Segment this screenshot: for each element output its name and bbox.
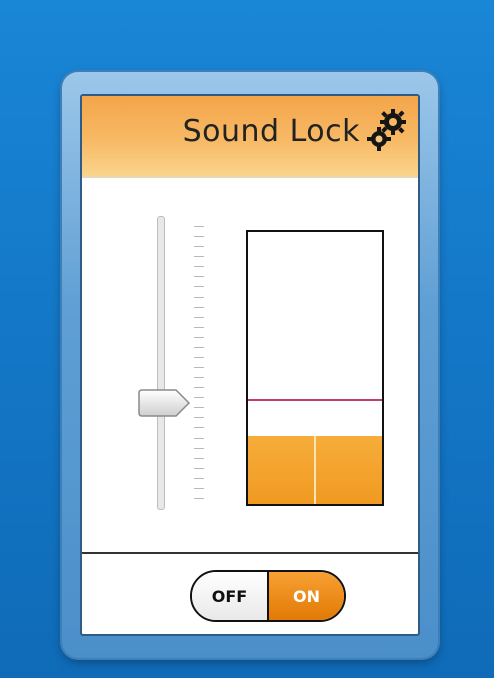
- slider-tick: [194, 417, 204, 419]
- gadget-panel: Sound Lock OFF ON: [80, 94, 420, 636]
- slider-tick: [194, 397, 204, 399]
- slider-tick: [194, 276, 204, 278]
- gadget-window: Sound Lock OFF ON: [62, 72, 438, 658]
- on-off-toggle[interactable]: OFF ON: [190, 570, 346, 622]
- volume-level-meter: [246, 230, 384, 506]
- channel-divider: [314, 436, 316, 504]
- toggle-off-label[interactable]: OFF: [192, 572, 267, 620]
- current-volume-fill: [248, 436, 382, 504]
- slider-tick: [194, 367, 204, 369]
- slider-tick: [194, 437, 204, 439]
- slider-tick: [194, 266, 204, 268]
- toggle-on-label[interactable]: ON: [267, 572, 344, 620]
- slider-tick: [194, 377, 204, 379]
- volume-slider-ticks: [194, 226, 208, 499]
- slider-tick: [194, 306, 204, 308]
- slider-tick: [194, 296, 204, 298]
- header-bar: Sound Lock: [82, 96, 418, 178]
- slider-tick: [194, 326, 204, 328]
- slider-tick: [194, 477, 204, 479]
- slider-tick: [194, 316, 204, 318]
- volume-lock-line[interactable]: [248, 398, 382, 401]
- app-title: Sound Lock: [182, 114, 360, 149]
- slider-tick: [194, 387, 204, 389]
- slider-tick: [194, 356, 204, 358]
- slider-tick: [194, 498, 204, 499]
- footer-divider: [82, 552, 418, 554]
- slider-tick: [194, 246, 204, 248]
- slider-tick: [194, 286, 204, 288]
- volume-slider-track[interactable]: [157, 216, 165, 510]
- slider-tick: [194, 236, 204, 238]
- slider-tick: [194, 467, 204, 469]
- slider-tick: [194, 256, 204, 258]
- slider-tick: [194, 336, 204, 338]
- slider-tick: [194, 427, 204, 429]
- gears-icon[interactable]: [366, 108, 408, 152]
- slider-tick: [194, 447, 204, 449]
- slider-tick: [194, 457, 204, 459]
- slider-tick: [194, 226, 204, 227]
- slider-tick: [194, 407, 204, 409]
- slider-tick: [194, 487, 204, 489]
- volume-slider-thumb[interactable]: [138, 387, 192, 419]
- slider-tick: [194, 346, 204, 348]
